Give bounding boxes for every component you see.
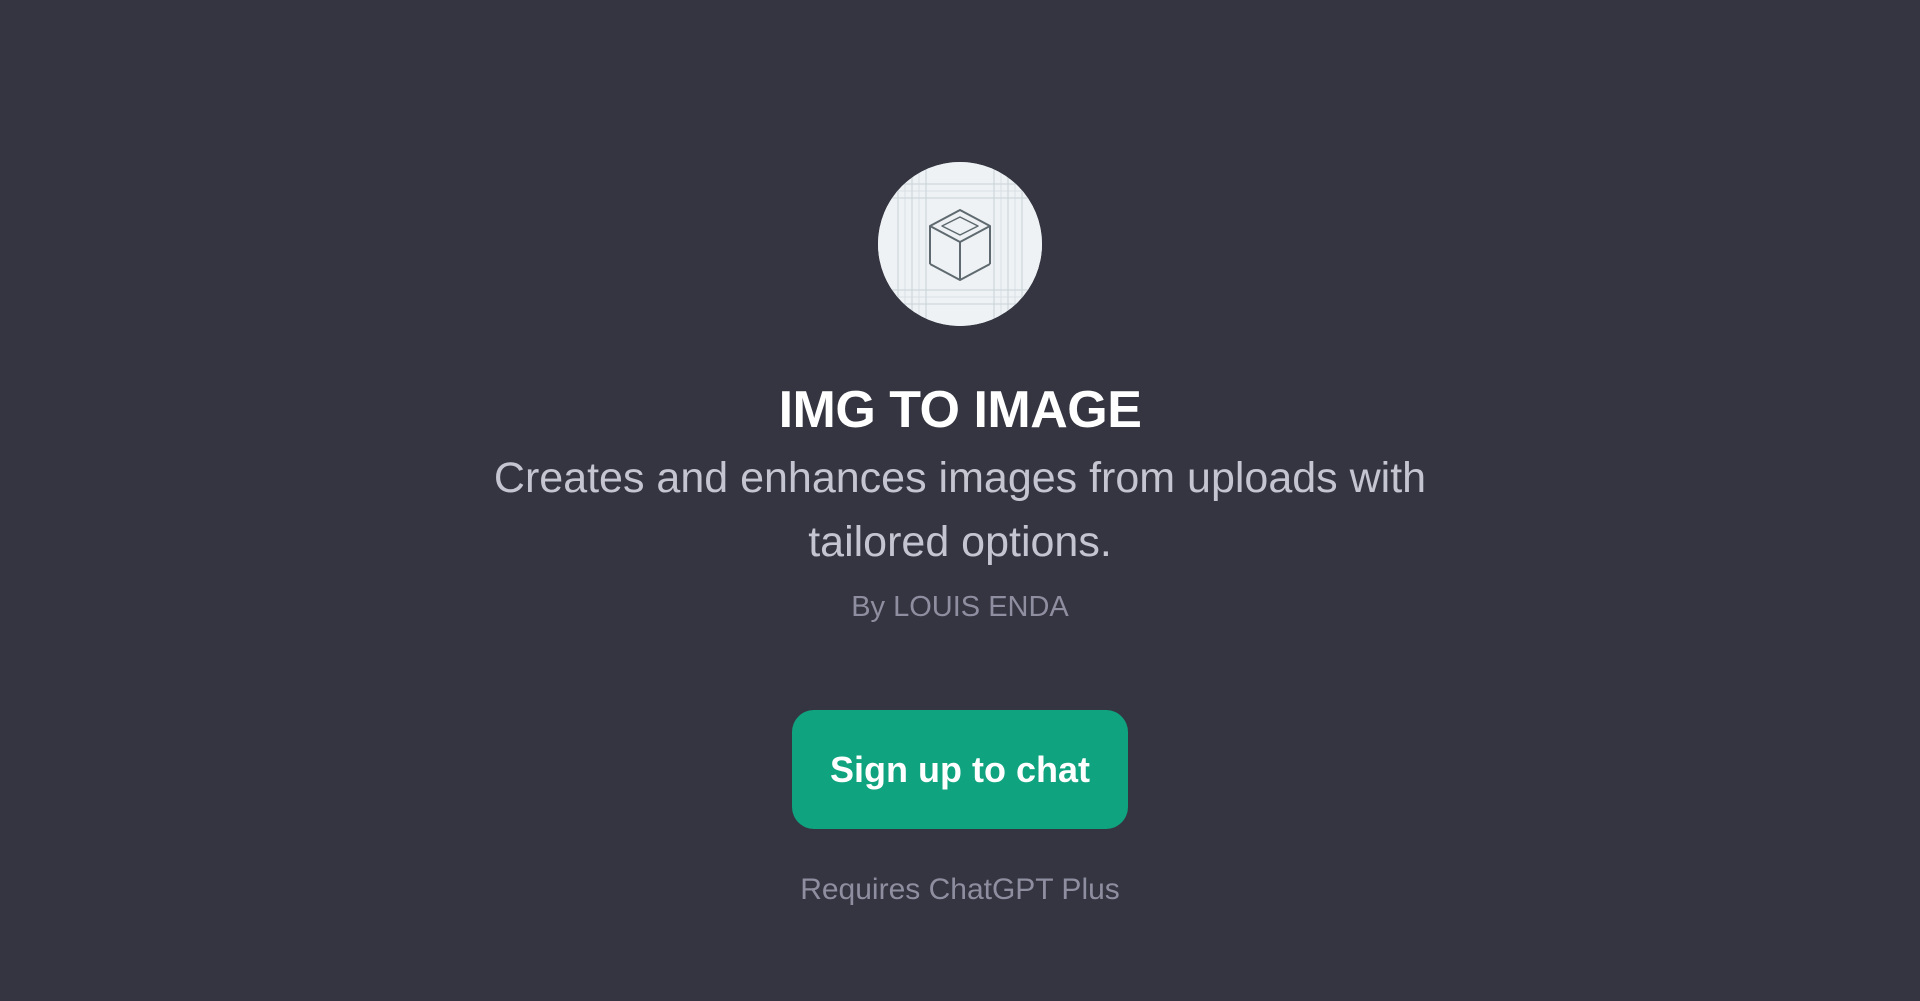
wireframe-cube-icon (878, 162, 1042, 326)
gpt-landing-page: IMG TO IMAGE Creates and enhances images… (0, 0, 1920, 1001)
gpt-avatar (878, 162, 1042, 326)
sign-up-to-chat-button[interactable]: Sign up to chat (792, 710, 1128, 829)
gpt-title: IMG TO IMAGE (778, 381, 1142, 439)
gpt-author: By LOUIS ENDA (851, 591, 1069, 623)
requires-plus-note: Requires ChatGPT Plus (800, 873, 1120, 906)
gpt-description: Creates and enhances images from uploads… (493, 454, 1427, 566)
